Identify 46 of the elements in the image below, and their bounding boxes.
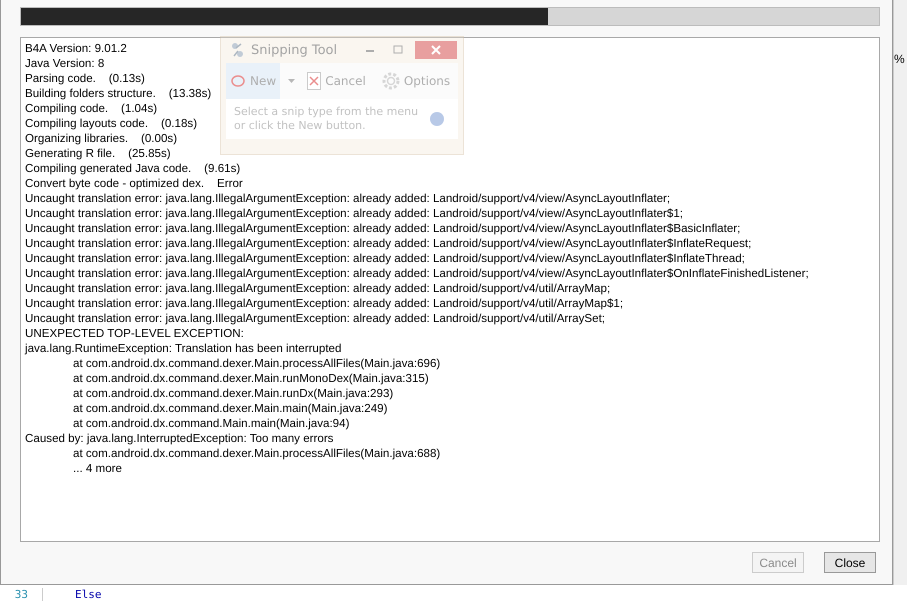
log-line: Uncaught translation error: java.lang.IllegalArgumentException: already added: Landroid/support/v4/view/AsyncLayoutInflater$1; <box>25 206 684 221</box>
log-line: Uncaught translation error: java.lang.IllegalArgumentException: already added: Landroid/support/v4/view/AsyncLayoutInflater$InflateThread; <box>25 251 745 266</box>
line-number: 33 <box>0 588 43 600</box>
log-line: at com.android.dx.command.Main.main(Main.java:94) <box>73 416 350 431</box>
close-icon <box>431 45 441 55</box>
code-line: Else <box>75 588 102 600</box>
options-button[interactable]: Options <box>378 63 454 99</box>
instruction-text: Select a snip type from the menu or click the New button. <box>234 105 419 133</box>
log-line: at com.android.dx.command.dexer.Main.runMonoDex(Main.java:315) <box>73 371 429 386</box>
new-button[interactable]: New <box>226 63 280 99</box>
log-line: Java Version: 8 <box>25 56 104 71</box>
log-line: Uncaught translation error: java.lang.IllegalArgumentException: already added: Landroid/support/v4/util/ArraySet; <box>25 311 606 326</box>
close-button[interactable] <box>415 41 457 59</box>
log-line: java.lang.RuntimeException: Translation has been interrupted <box>25 341 342 356</box>
document-x-icon <box>307 72 322 90</box>
new-snip-icon <box>230 74 246 88</box>
log-line: Uncaught translation error: java.lang.IllegalArgumentException: already added: Landroid/support/v4/view/AsyncLayoutInflater; <box>25 191 670 206</box>
log-line: at com.android.dx.command.dexer.Main.processAllFiles(Main.java:696) <box>73 356 440 371</box>
log-line: at com.android.dx.command.dexer.Main.runDx(Main.java:293) <box>73 386 394 401</box>
maximize-icon <box>393 45 403 55</box>
cancel-snip-button[interactable]: Cancel <box>303 63 370 99</box>
log-line: Uncaught translation error: java.lang.IllegalArgumentException: already added: Landroid/support/v4/view/AsyncLayoutInflater$InflateRequest; <box>25 236 752 251</box>
window-title: Snipping Tool <box>251 42 338 58</box>
log-line: Uncaught translation error: java.lang.IllegalArgumentException: already added: Landroid/support/v4/util/ArrayMap$1; <box>25 296 624 311</box>
log-line: Organizing libraries. (0.00s) <box>25 131 178 146</box>
log-line: Uncaught translation error: java.lang.IllegalArgumentException: already added: Landroid/support/v4/util/ArrayMap; <box>25 281 610 296</box>
log-line: Convert byte code - optimized dex. Error <box>25 176 243 191</box>
caret-icon <box>288 79 296 83</box>
log-line: Compiling generated Java code. (9.61s) <box>25 161 240 176</box>
side-label: % <box>894 52 905 66</box>
help-icon <box>429 111 445 127</box>
log-line: Compiling code. (1.04s) <box>25 101 158 116</box>
log-line: Uncaught translation error: java.lang.IllegalArgumentException: already added: Landroid/support/v4/view/AsyncLayoutInflater$OnInflateFinishedListener; <box>25 266 809 281</box>
log-line: B4A Version: 9.01.2 <box>25 41 127 56</box>
log-line: at com.android.dx.command.dexer.Main.processAllFiles(Main.java:688) <box>73 446 440 461</box>
log-line: Uncaught translation error: java.lang.IllegalArgumentException: already added: Landroid/support/v4/view/AsyncLayoutInflater$BasicInflater; <box>25 221 740 236</box>
log-line: Caused by: java.lang.InterruptedException: Too many errors <box>25 431 334 446</box>
log-line: Compiling layouts code. (0.18s) <box>25 116 198 131</box>
settings-icon <box>382 72 400 90</box>
log-line: ... 4 more <box>73 461 122 476</box>
log-line: Building folders structure. (13.38s) <box>25 86 212 101</box>
log-line: UNEXPECTED TOP-LEVEL EXCEPTION: <box>25 326 244 341</box>
log-line: Parsing code. (0.13s) <box>25 71 145 86</box>
log-line: at com.android.dx.command.dexer.Main.main(Main.java:249) <box>73 401 388 416</box>
log-line: Generating R file. (25.85s) <box>25 146 171 161</box>
close-button[interactable]: Close <box>824 552 876 573</box>
